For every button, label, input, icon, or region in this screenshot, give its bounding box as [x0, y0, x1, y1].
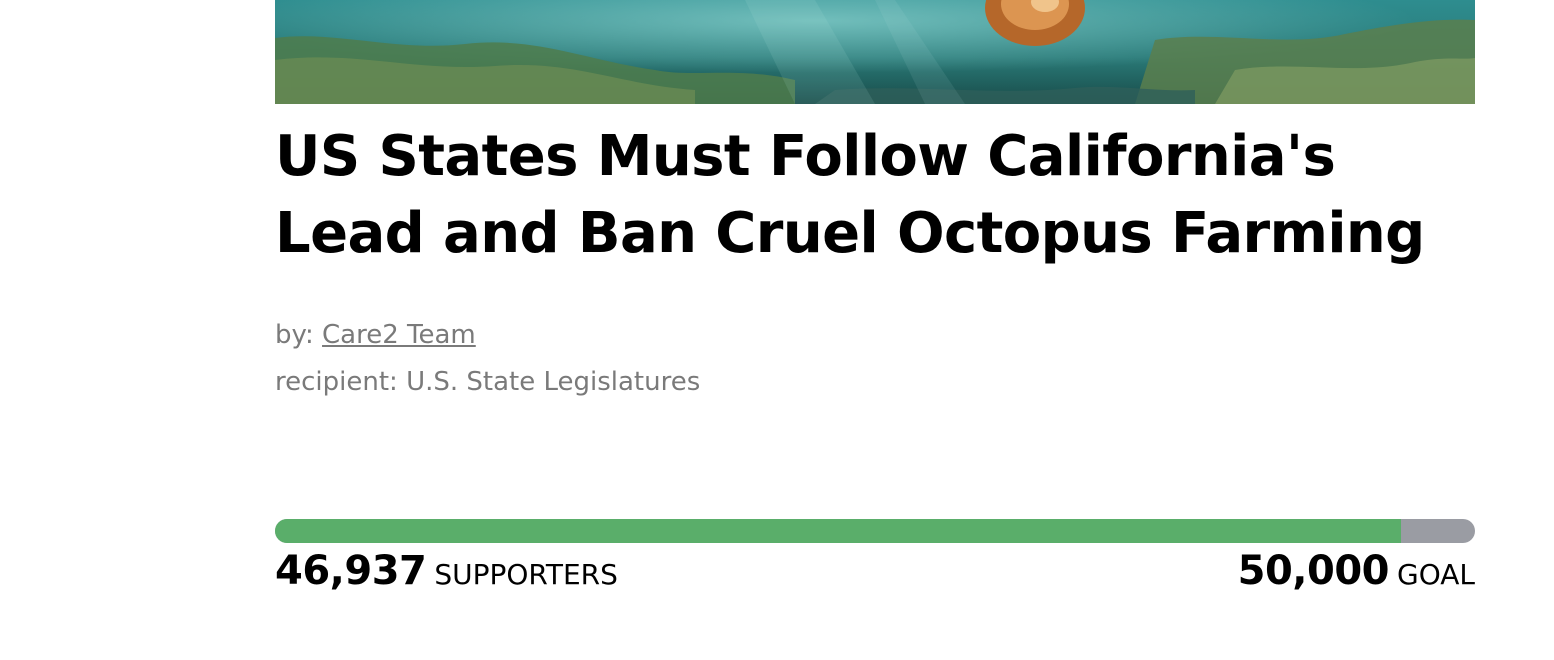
supporters-number: 46,937 [275, 548, 427, 594]
supporters-label: SUPPORTERS [434, 558, 618, 591]
goal-number: 50,000 [1237, 548, 1390, 594]
progress-counts: 46,937 SUPPORTERS 50,000 GOAL [275, 548, 1475, 598]
goal-count: 50,000 GOAL [1238, 548, 1475, 594]
goal-label: GOAL [1397, 558, 1475, 591]
recipient-line: recipient: U.S. State Legislatures [275, 359, 1475, 406]
author-line: by: Care2 Team [275, 312, 1475, 359]
author-link[interactable]: Care2 Team [322, 320, 476, 350]
by-label: by: [275, 320, 314, 350]
supporters-count: 46,937 SUPPORTERS [275, 548, 618, 594]
progress-fill [275, 519, 1402, 543]
recipient-label: recipient: [275, 367, 398, 397]
signature-progress-bar [275, 519, 1475, 543]
recipient-value: U.S. State Legislatures [406, 367, 701, 397]
petition-container: US States Must Follow California's Lead … [275, 0, 1475, 594]
petition-meta: by: Care2 Team recipient: U.S. State Leg… [275, 312, 1475, 406]
petition-title: US States Must Follow California's Lead … [275, 124, 1425, 266]
hero-image [275, 0, 1475, 104]
underwater-octopus-image [275, 0, 1475, 104]
